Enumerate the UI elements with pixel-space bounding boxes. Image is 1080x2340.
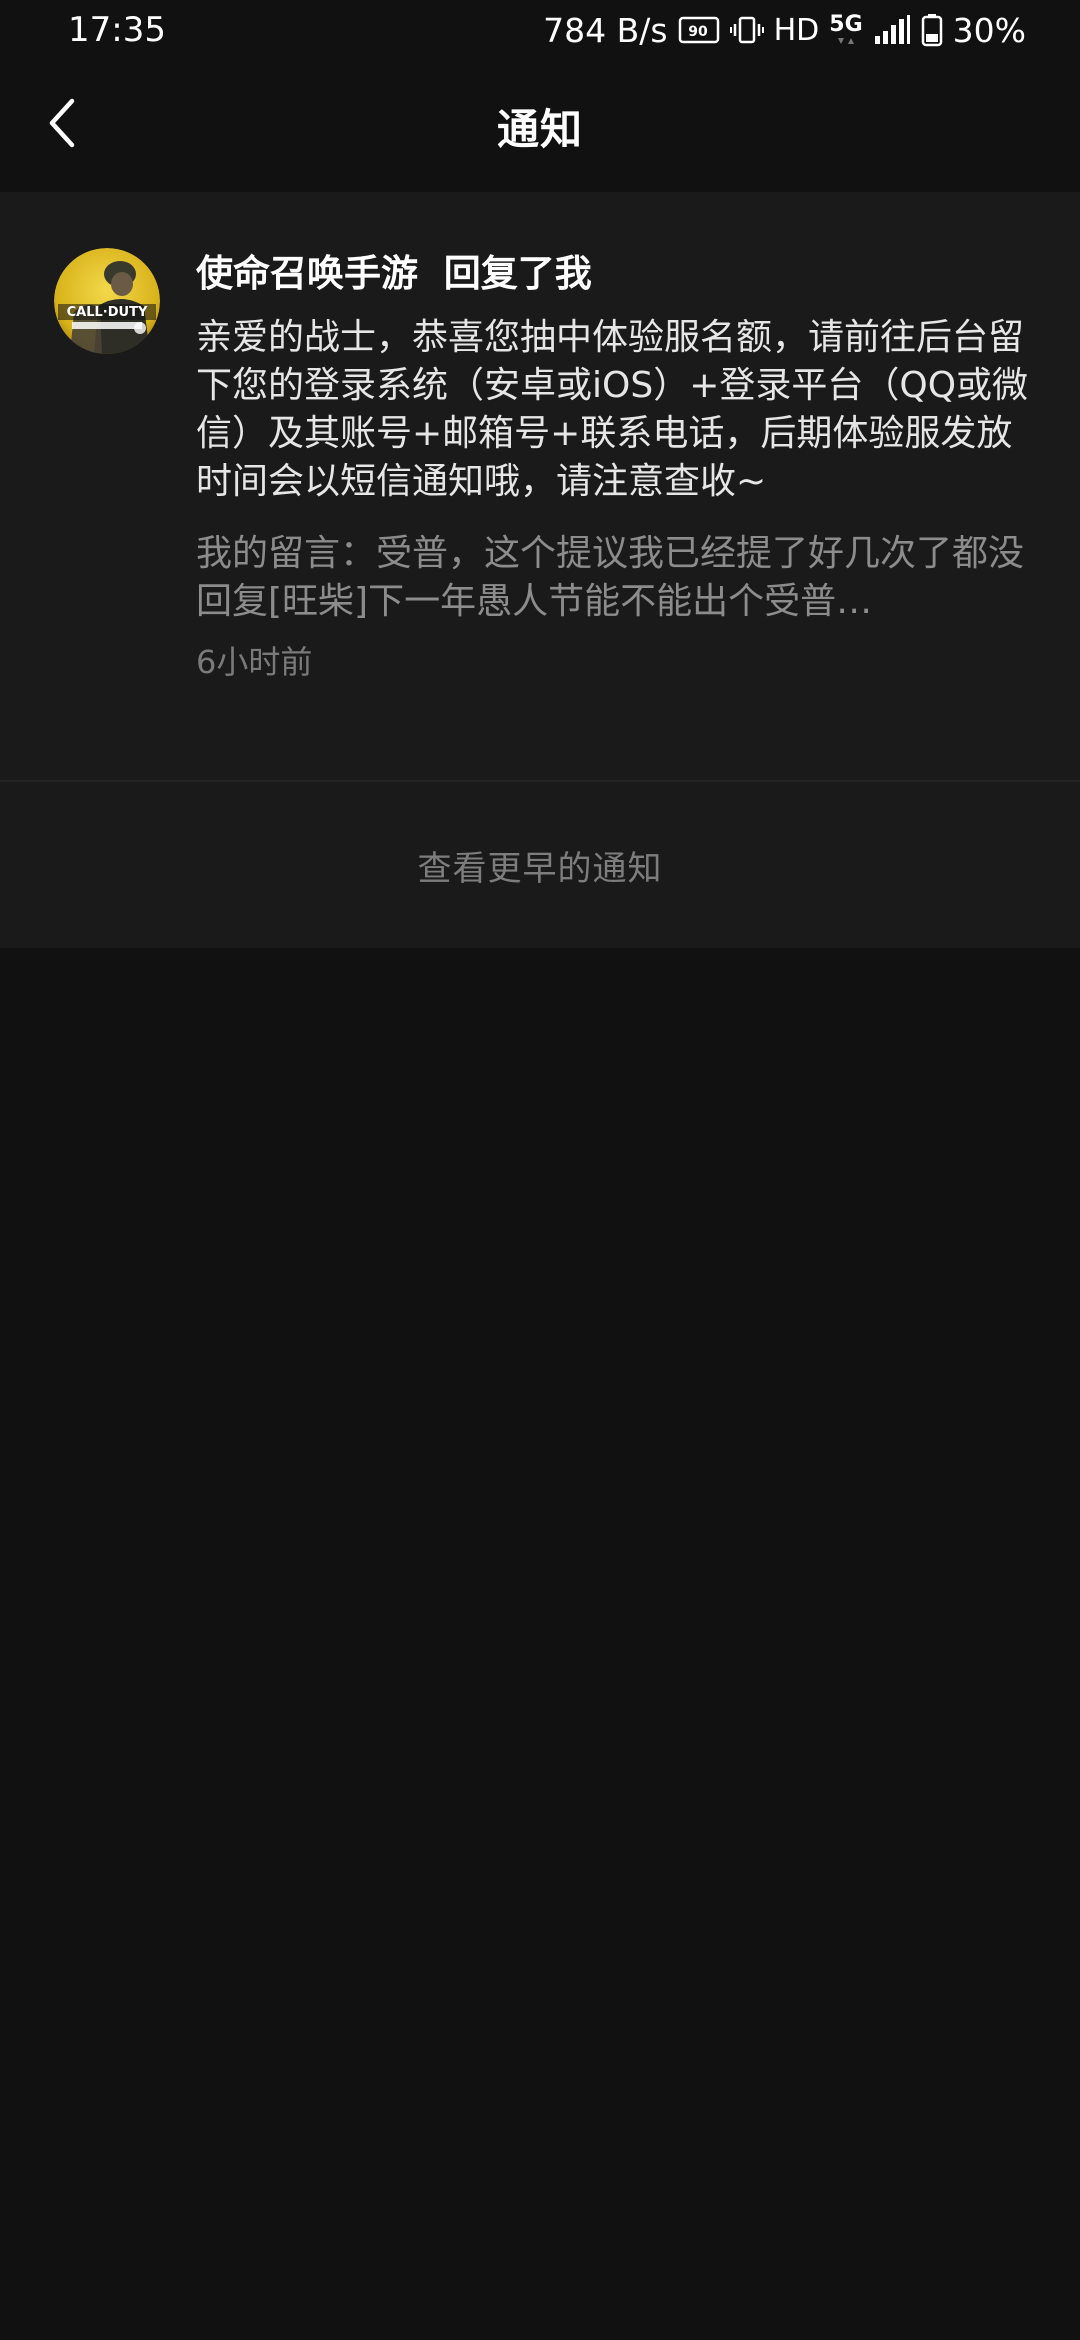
chevron-left-icon (46, 97, 80, 153)
status-icons: 784 B/s 90 HD 5G 30% (543, 11, 1026, 50)
my-comment-prefix: 我的留言： (196, 533, 377, 574)
notification-time: 6小时前 (196, 643, 313, 681)
status-bar: 17:35 784 B/s 90 HD 5G 30% (0, 0, 1080, 60)
notification-item[interactable]: CALL·DUTY 使命召唤手游 回复了我 亲爱的战士，恭喜您抽中体验服名额，请… (0, 192, 1080, 780)
vibrate-icon (729, 15, 764, 45)
page-title: 通知 (496, 104, 583, 154)
view-earlier-button[interactable]: 查看更早的通知 (0, 782, 1080, 948)
battery-icon (921, 13, 943, 47)
avatar[interactable]: CALL·DUTY (54, 248, 160, 354)
my-comment-quote: 我的留言：受普，这个提议我已经提了好几次了都没回复[旺柴]下一年愚人节能不能出个… (196, 530, 1046, 626)
refresh-rate-icon: 90 (678, 15, 720, 45)
view-earlier-label: 查看更早的通知 (417, 848, 663, 889)
header: 通知 (0, 60, 1080, 192)
refresh-rate-value: 90 (688, 24, 708, 40)
back-button[interactable] (28, 90, 98, 160)
network-type-indicator: 5G (829, 12, 863, 46)
network-type-label: 5G (829, 12, 863, 37)
notification-title: 使命召唤手游 回复了我 (196, 252, 592, 295)
network-speed: 784 B/s (543, 10, 668, 50)
battery-percent: 30% (952, 10, 1026, 50)
notification-message: 亲爱的战士，恭喜您抽中体验服名额，请前往后台留下您的登录系统（安卓或iOS）+登… (196, 317, 1029, 502)
hd-indicator: HD (773, 12, 820, 48)
notification-body: 使命召唤手游 回复了我 亲爱的战士，恭喜您抽中体验服名额，请前往后台留下您的登录… (196, 248, 1046, 684)
signal-icon (873, 14, 911, 46)
avatar-logo-text: CALL·DUTY (67, 305, 148, 320)
status-time: 17:35 (68, 10, 166, 50)
